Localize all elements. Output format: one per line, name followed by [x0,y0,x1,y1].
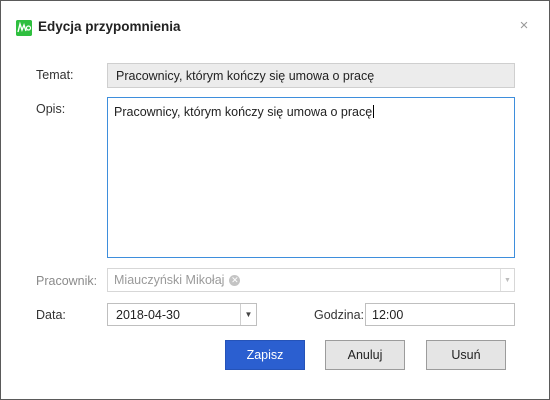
time-value: 12:00 [372,307,404,322]
description-textarea[interactable]: Pracownicy, którym kończy się umowa o pr… [107,97,515,258]
delete-button[interactable]: Usuń [426,340,506,370]
date-label: Data: [36,308,66,322]
description-label: Opis: [36,102,66,116]
save-button[interactable]: Zapisz [225,340,305,370]
chevron-down-icon[interactable]: ▼ [500,269,514,291]
date-picker[interactable]: 2018-04-30 ▼ [107,303,257,326]
employee-tag: Miauczyński Mikołaj ✕ [112,272,242,288]
time-label: Godzina: [314,308,365,322]
dialog-title: Edycja przypomnienia [38,19,181,34]
employee-label: Pracownik: [36,274,98,288]
title-bar: Edycja przypomnienia × [1,1,549,53]
cancel-button[interactable]: Anuluj [325,340,405,370]
date-dropdown-icon[interactable]: ▼ [240,304,256,325]
subject-value: Pracownicy, którym kończy się umowa o pr… [116,68,375,83]
text-caret [373,105,375,118]
description-value: Pracownicy, którym kończy się umowa o pr… [114,105,373,119]
close-icon[interactable]: × [517,18,531,33]
employee-tag-label: Miauczyński Mikołaj [114,273,225,287]
remove-tag-icon[interactable]: ✕ [229,274,241,286]
reminder-edit-dialog: Edycja przypomnienia × Temat: Pracownicy… [0,0,550,400]
subject-field[interactable]: Pracownicy, którym kończy się umowa o pr… [107,63,515,88]
reminder-app-icon [16,20,32,36]
date-value: 2018-04-30 [116,307,180,322]
subject-label: Temat: [36,68,74,82]
employee-select[interactable]: Miauczyński Mikołaj ✕ ▼ [107,268,515,292]
time-field[interactable]: 12:00 [365,303,515,326]
